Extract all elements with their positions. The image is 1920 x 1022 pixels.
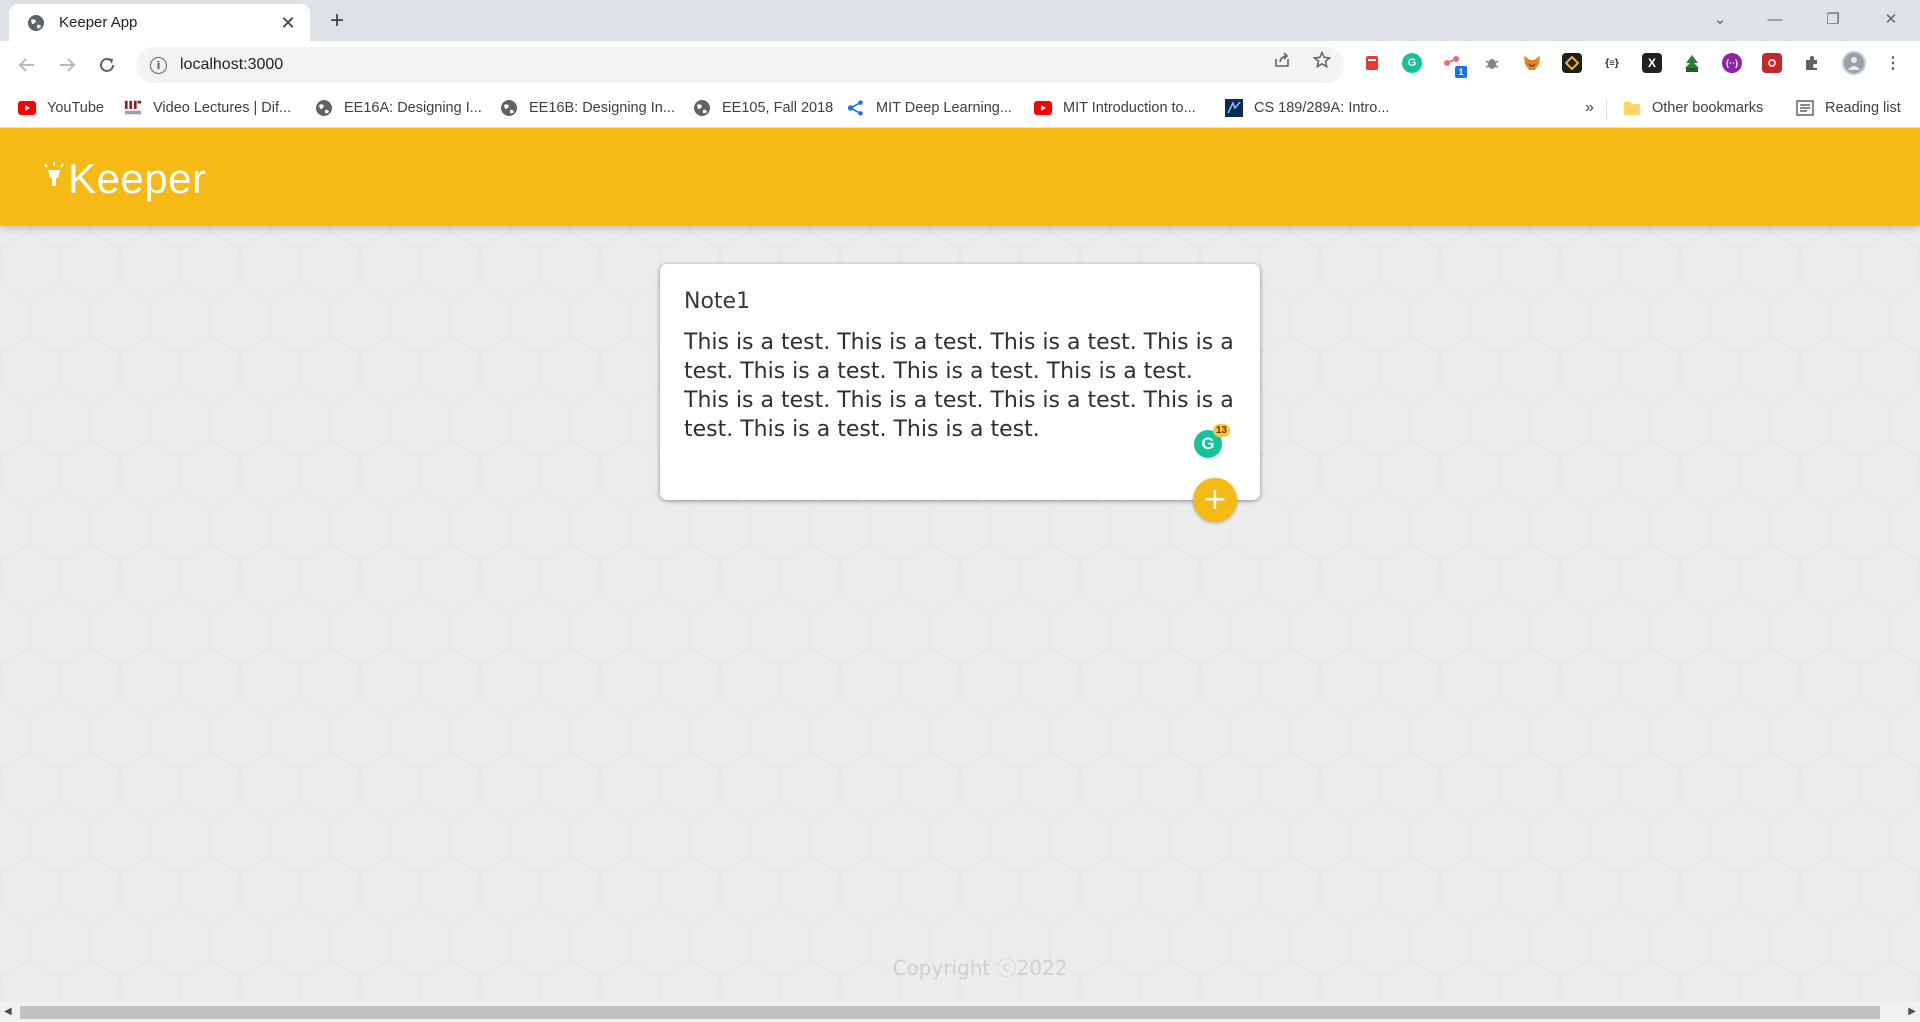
horizontal-scrollbar[interactable]: ◀ ▶ [0, 1002, 1920, 1022]
bookmark-mit-intro[interactable]: MIT Introduction to... [1034, 96, 1196, 120]
network-extension-icon[interactable]: 1 [1442, 53, 1467, 78]
bookmark-label: CS 189/289A: Intro... [1254, 100, 1390, 116]
bookmark-label: YouTube [47, 100, 104, 116]
new-tab-button[interactable]: + [324, 7, 350, 34]
pdf-extension-icon[interactable] [1362, 53, 1382, 73]
json-extension-icon[interactable]: {≡} [1602, 53, 1622, 73]
bookmark-label: EE16A: Designing I... [344, 100, 482, 116]
binance-extension-icon[interactable] [1562, 53, 1582, 73]
html-extension-icon[interactable] [1682, 53, 1702, 73]
scrollbar-thumb[interactable] [20, 1006, 1880, 1019]
globe-icon [693, 99, 711, 117]
bookmark-youtube[interactable]: YouTube [18, 96, 104, 120]
address-bar[interactable]: i localhost:3000 [136, 47, 1344, 83]
restore-icon[interactable]: ❐ [1818, 6, 1848, 32]
create-note-form: Note1 This is a test. This is a test. Th… [660, 264, 1260, 500]
youtube-icon [18, 99, 36, 117]
profile-avatar[interactable] [1842, 51, 1866, 75]
bug-extension-icon[interactable] [1482, 53, 1502, 73]
bookmark-label: MIT Introduction to... [1063, 100, 1196, 116]
extension-badge: 1 [1455, 66, 1467, 78]
other-bookmarks[interactable]: Other bookmarks [1623, 96, 1763, 120]
globe-icon [315, 99, 333, 117]
minimize-icon[interactable]: — [1760, 6, 1790, 32]
youtube-icon [1034, 99, 1052, 117]
keeper-app: Keeper Note1 This is a test. This is a t… [0, 128, 1920, 1002]
tab-search-icon[interactable]: ⌄ [1705, 6, 1735, 32]
menu-kebab-icon[interactable]: ⋮ [1883, 53, 1903, 73]
footer-copyright: Copyright ⓒ2022 [892, 956, 1068, 980]
close-window-icon[interactable]: ✕ [1876, 6, 1906, 32]
metamask-extension-icon[interactable] [1522, 53, 1542, 73]
site-info-icon[interactable]: i [150, 56, 167, 74]
grammarly-widget[interactable]: G 13 [1194, 424, 1230, 458]
add-note-button[interactable]: + [1193, 478, 1237, 522]
scroll-right-icon[interactable]: ▶ [1908, 1006, 1916, 1017]
bookmarks-divider [1606, 99, 1607, 119]
grammarly-icon: G [1201, 434, 1215, 453]
puzzle-extensions-icon[interactable] [1802, 53, 1822, 73]
globe-icon [26, 13, 45, 32]
reading-list-label: Reading list [1825, 100, 1901, 116]
bookmark-label: EE16B: Designing In... [529, 100, 675, 116]
tab-title: Keeper App [59, 14, 138, 31]
app-header: Keeper [0, 128, 1920, 226]
red-extension-icon[interactable] [1762, 53, 1782, 73]
network-icon [847, 99, 865, 117]
reload-icon[interactable] [94, 52, 120, 78]
mit-icon [124, 99, 142, 117]
back-icon[interactable] [14, 52, 40, 78]
bookmark-label: MIT Deep Learning... [876, 100, 1012, 116]
bookmark-ee16a[interactable]: EE16A: Designing I... [315, 96, 482, 120]
url-text: localhost:3000 [180, 56, 284, 73]
tab-keeper-app[interactable]: Keeper App ✕ [9, 4, 310, 41]
bookmark-label: Video Lectures | Dif... [153, 100, 292, 116]
grammarly-count-badge: 13 [1212, 424, 1230, 437]
bookmark-label: EE105, Fall 2018 [722, 100, 834, 116]
browser-toolbar: i localhost:3000 G 1 {≡} X (··) ⋮ [0, 41, 1920, 89]
grammarly-extension-icon[interactable]: G [1402, 53, 1422, 73]
share-icon[interactable] [1271, 49, 1293, 71]
other-bookmarks-label: Other bookmarks [1652, 100, 1764, 116]
bookmarks-bar: YouTube Video Lectures | Dif... EE16A: D… [0, 89, 1920, 128]
forward-icon[interactable] [54, 52, 80, 78]
background-pattern [0, 128, 1920, 1002]
globe-icon [500, 99, 518, 117]
cs-icon [1225, 99, 1243, 117]
bookmark-cs189[interactable]: CS 189/289A: Intro... [1225, 96, 1389, 120]
bookmark-ee105[interactable]: EE105, Fall 2018 [693, 96, 833, 120]
bookmark-star-icon[interactable] [1311, 49, 1333, 71]
bookmark-video-lectures[interactable]: Video Lectures | Dif... [124, 96, 291, 120]
bookmark-mit-deep-learning[interactable]: MIT Deep Learning... [847, 96, 1012, 120]
note-title-input[interactable]: Note1 [684, 288, 1238, 316]
reading-list-icon [1796, 99, 1814, 117]
note-content-textarea[interactable]: This is a test. This is a test. This is … [684, 328, 1236, 444]
purple-extension-icon[interactable]: (··) [1722, 53, 1742, 73]
bookmark-ee16b[interactable]: EE16B: Designing In... [500, 96, 675, 120]
app-title: Keeper [68, 155, 207, 202]
scroll-left-icon[interactable]: ◀ [4, 1006, 12, 1017]
x-extension-icon[interactable]: X [1642, 53, 1662, 73]
tab-close-icon[interactable]: ✕ [278, 13, 298, 33]
folder-icon [1623, 99, 1641, 117]
lightbulb-icon [44, 162, 64, 192]
reading-list[interactable]: Reading list [1796, 96, 1901, 120]
bookmarks-overflow-icon[interactable]: » [1585, 99, 1594, 117]
tab-strip: Keeper App ✕ + ⌄ — ❐ ✕ [0, 0, 1920, 41]
